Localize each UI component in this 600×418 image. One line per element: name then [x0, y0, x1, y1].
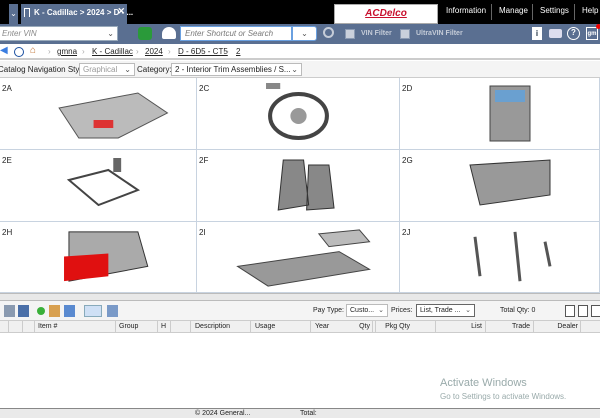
seat-belts-image: [473, 231, 552, 282]
pay-type-select[interactable]: Custo... ⌄: [346, 304, 388, 317]
center-console-radio-image: [489, 85, 531, 142]
acdelco-logo: ACDelco: [334, 4, 438, 24]
illustration-grid: 2A 2C 2D 2E 2F 2G 2H 2I 2J: [0, 78, 600, 293]
front-seats-image: [277, 159, 335, 211]
notification-badge: [596, 24, 600, 29]
prices-label: Prices:: [391, 307, 413, 314]
report-icon[interactable]: [107, 305, 118, 317]
pay-type-label: Pay Type:: [313, 307, 345, 314]
home-icon[interactable]: ⌂: [30, 45, 36, 56]
vehicle-icon[interactable]: [138, 27, 152, 40]
status-bar: © 2024 General... Total:: [0, 408, 600, 418]
printer-icon[interactable]: [549, 29, 562, 38]
cell-label: 2J: [402, 228, 411, 237]
steering-wheel-image: [266, 83, 329, 140]
back-arrow-icon[interactable]: ◀: [0, 45, 8, 56]
menu-settings[interactable]: Settings: [540, 6, 569, 15]
cell-label: 2F: [199, 156, 209, 165]
illustration-floor-carpet[interactable]: 2I: [197, 222, 400, 293]
panel-splitter[interactable]: [0, 293, 600, 301]
tools-icon[interactable]: [4, 305, 15, 317]
floor-carpet-image: [236, 229, 371, 287]
category-select[interactable]: 2 - Interior Trim Assemblies / S... ⌄: [171, 63, 302, 76]
cell-label: 2E: [2, 156, 12, 165]
illustration-center-console-radio[interactable]: 2D: [400, 78, 600, 150]
vin-filter-checkbox[interactable]: [345, 29, 355, 39]
cell-label: 2H: [2, 228, 13, 237]
tab-catalog[interactable]: K - Cadillac > 2024 > D - ... ✕: [21, 2, 133, 24]
restore-button[interactable]: [578, 305, 588, 317]
total-qty: Total Qty: 0: [500, 307, 536, 314]
parts-table-header: Item # Group H Description Usage Year Qty Pkg Q…: [0, 320, 600, 333]
cell-label: 2A: [2, 84, 12, 93]
gm-icon[interactable]: gm: [586, 27, 598, 40]
parts-list-toolbar: Pay Type: Custo... ⌄ Prices: List, Trade …: [0, 301, 600, 320]
breadcrumb-model[interactable]: D - 6D5 - CT5: [178, 47, 228, 56]
cell-label: 2C: [199, 84, 210, 93]
title-bar: ⌄ K - Cadillac > 2024 > D - ... ✕ ACDelco…: [0, 0, 600, 24]
copy-icon[interactable]: [64, 305, 75, 317]
catalog-bar: Catalog Navigation Style: Graphical ⌄ Cat…: [0, 61, 600, 78]
ultravin-filter-checkbox[interactable]: [400, 29, 410, 39]
search-input[interactable]: Enter Shortcut or Search: [180, 26, 292, 41]
menu-help[interactable]: Help: [582, 6, 598, 15]
breadcrumb-year[interactable]: 2024: [145, 47, 163, 56]
illustration-trunk-trim[interactable]: 2H: [0, 222, 197, 293]
category-label: Category:: [137, 65, 172, 74]
breadcrumb-gmna[interactable]: gmna: [57, 47, 77, 56]
nav-style-label: Catalog Navigation Style:: [0, 65, 88, 74]
illustration-front-seats[interactable]: 2F: [197, 150, 400, 222]
search-dropdown[interactable]: ⌄: [292, 26, 317, 41]
trunk-trim-image: [64, 231, 149, 282]
illustration-pedals-shifter[interactable]: 2E: [0, 150, 197, 222]
breadcrumb-category[interactable]: 2: [236, 47, 240, 56]
maximize-button[interactable]: [591, 305, 600, 317]
cell-label: 2D: [402, 84, 413, 93]
cell-label: 2I: [199, 228, 206, 237]
chevron-down-icon[interactable]: ⌄: [107, 27, 114, 40]
info-icon[interactable]: i: [532, 27, 542, 40]
illustration-instrument-panel[interactable]: 2A: [0, 78, 197, 150]
history-icon[interactable]: [14, 47, 24, 57]
copyright: © 2024 General...: [195, 410, 251, 417]
vin-input[interactable]: Enter VIN ⌄: [0, 26, 118, 41]
instrument-panel-image: [58, 92, 169, 139]
minimize-button[interactable]: [565, 305, 575, 317]
bookmark-icon: [24, 8, 30, 17]
status-total: Total:: [300, 410, 317, 417]
prices-select[interactable]: List, Trade ... ⌄: [416, 304, 475, 317]
close-tab-icon[interactable]: ✕: [117, 2, 125, 20]
rear-seat-image: [469, 159, 551, 206]
breadcrumb: ◀ ⌂ › gmna › K - Cadillac › 2024 › D - 6…: [0, 44, 600, 60]
illustration-steering-wheel[interactable]: 2C: [197, 78, 400, 150]
add-icon[interactable]: [37, 307, 45, 315]
menu-information[interactable]: Information: [446, 6, 486, 15]
breadcrumb-make[interactable]: K - Cadillac: [92, 47, 133, 56]
main-toolbar: Enter VIN ⌄ Enter Shortcut or Search ⌄ VI…: [0, 24, 600, 44]
email-icon[interactable]: [84, 305, 102, 317]
activate-windows-title: Activate Windows: [440, 377, 527, 389]
illustration-rear-seat[interactable]: 2G: [400, 150, 600, 222]
dashboard-icon[interactable]: [162, 27, 176, 39]
illustration-seat-belts[interactable]: 2J: [400, 222, 600, 293]
clipboard-delete-icon[interactable]: [49, 305, 60, 317]
nav-style-select[interactable]: Graphical ⌄: [79, 63, 135, 76]
vin-filter-label: VIN Filter: [361, 30, 392, 37]
activate-windows-subtitle: Go to Settings to activate Windows.: [440, 392, 567, 401]
menu-manage[interactable]: Manage: [499, 6, 528, 15]
pedals-shifter-image: [66, 158, 141, 207]
save-icon[interactable]: [18, 305, 29, 317]
cell-label: 2G: [402, 156, 413, 165]
search-icon[interactable]: [323, 27, 334, 38]
tab-list-dropdown[interactable]: ⌄: [9, 4, 18, 24]
ultravin-filter-label: UltraVIN Filter: [416, 30, 463, 37]
help-icon[interactable]: ?: [567, 27, 580, 40]
